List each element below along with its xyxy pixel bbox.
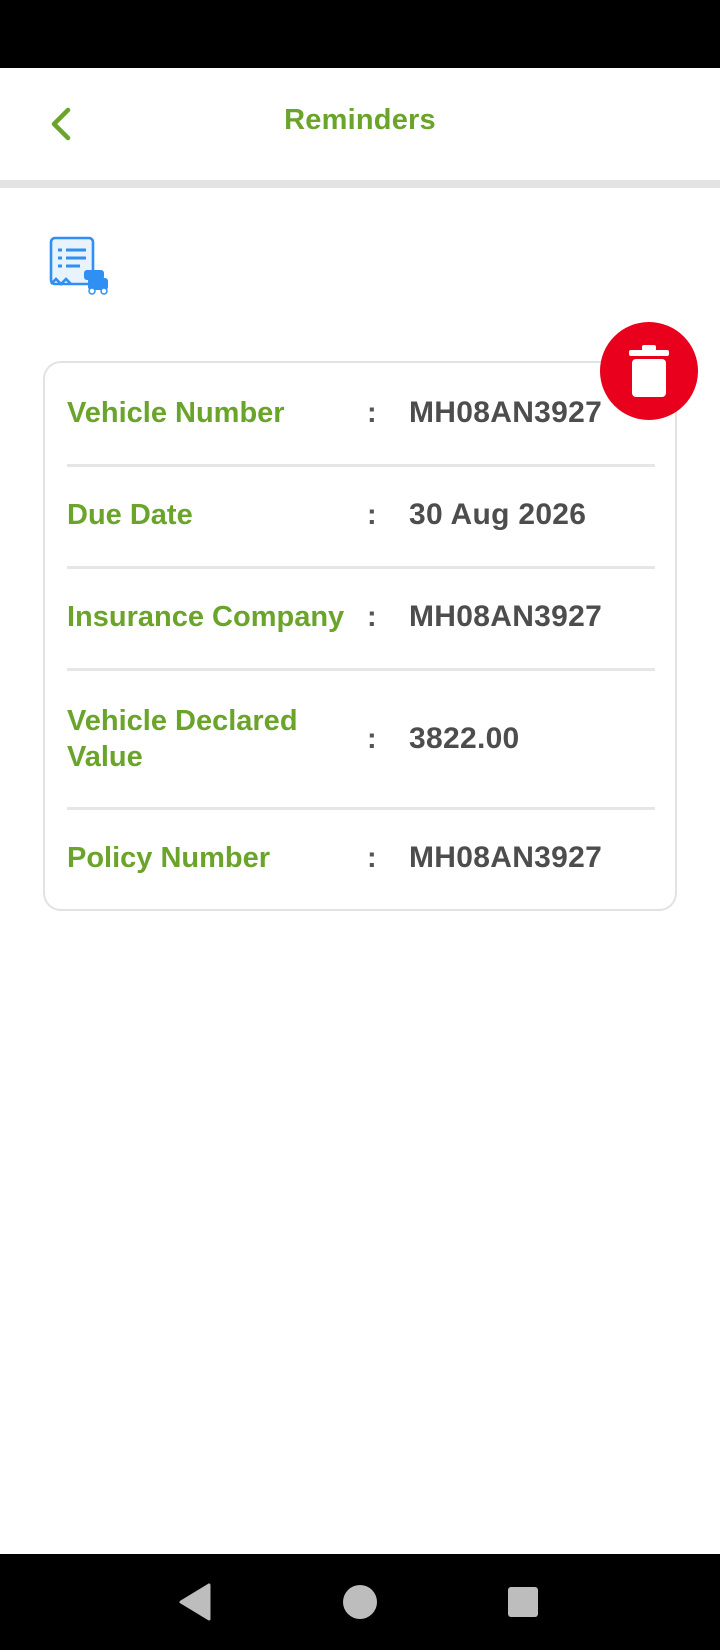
- row-label: Due Date: [67, 499, 193, 531]
- nav-back-button[interactable]: [165, 1572, 225, 1632]
- row-label: Policy Number: [67, 842, 271, 874]
- row-divider: [67, 464, 655, 467]
- square-recents-icon: [508, 1587, 538, 1617]
- row-separator: :: [367, 498, 377, 531]
- row-due-date: Due Date : 30 Aug 2026: [67, 475, 655, 555]
- row-separator: :: [367, 722, 377, 755]
- row-divider: [67, 807, 655, 810]
- row-label: Insurance Company: [67, 601, 345, 633]
- row-divider: [67, 566, 655, 569]
- status-bar: [0, 0, 720, 68]
- row-vehicle-number: Vehicle Number : MH08AN3927: [67, 373, 655, 453]
- app-bar-divider: [0, 180, 720, 188]
- row-insurance-company: Insurance Company : MH08AN3927: [67, 577, 655, 657]
- system-nav-bar: [0, 1554, 720, 1650]
- trash-icon: [629, 345, 669, 397]
- row-divider: [67, 668, 655, 671]
- row-vehicle-declared-value: Vehicle Declared Value : 3822.00: [67, 679, 655, 799]
- reminder-card: Vehicle Number : MH08AN3927 Due Date : 3…: [43, 361, 677, 911]
- row-value: MH08AN3927: [409, 841, 603, 874]
- row-value: 3822.00: [409, 722, 520, 755]
- row-label: Vehicle Declared Value: [67, 705, 298, 773]
- page-title: Reminders: [284, 104, 436, 136]
- row-separator: :: [367, 841, 377, 874]
- row-label: Vehicle Number: [67, 397, 285, 429]
- row-value: MH08AN3927: [409, 600, 603, 633]
- triangle-back-icon: [179, 1583, 211, 1621]
- row-separator: :: [367, 396, 377, 429]
- nav-recents-button[interactable]: [493, 1572, 553, 1632]
- circle-home-icon: [343, 1585, 377, 1619]
- row-separator: :: [367, 600, 377, 633]
- delete-button[interactable]: [600, 322, 698, 420]
- row-value: MH08AN3927: [409, 396, 603, 429]
- nav-home-button[interactable]: [330, 1572, 390, 1632]
- row-policy-number: Policy Number : MH08AN3927: [67, 818, 655, 898]
- insurance-receipt-icon: [49, 236, 108, 295]
- row-value: 30 Aug 2026: [409, 498, 587, 531]
